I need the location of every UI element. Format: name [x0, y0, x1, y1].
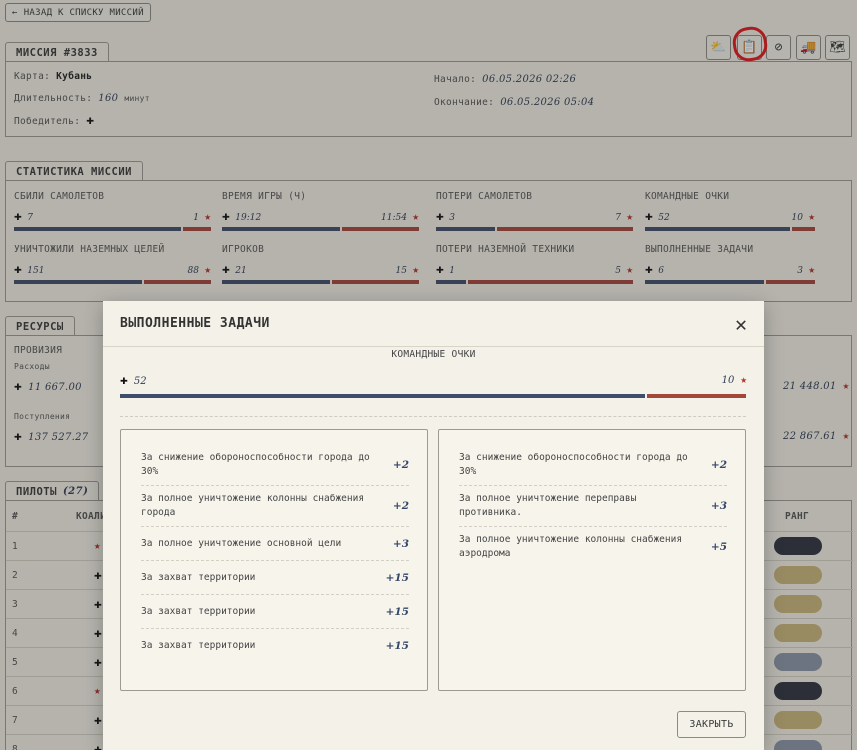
task-text: За полное уничтожение основной цели	[141, 537, 342, 549]
task-points: +5	[710, 541, 727, 553]
task-text: За полное уничтожение колонны снабжения …	[141, 493, 365, 518]
score-left: 52	[133, 376, 147, 387]
star-icon: ★	[740, 373, 747, 386]
task-text: За снижение обороноспособности города до…	[459, 452, 688, 477]
task-points: +3	[710, 500, 727, 512]
task-text: За полное уничтожение колонны снабжения …	[459, 534, 683, 559]
score-bar-allied	[120, 394, 646, 398]
task-points: +15	[385, 571, 409, 584]
task-item: За снижение обороноспособности города до…	[459, 445, 727, 486]
score-bar-axis	[647, 394, 746, 398]
modal-header: ВЫПОЛНЕННЫЕ ЗАДАЧИ ✕	[103, 301, 764, 347]
task-item: За захват территории +15	[141, 595, 409, 629]
score-right: 10	[721, 375, 735, 386]
task-text: За полное уничтожение переправы противни…	[459, 493, 637, 518]
task-text: За захват территории	[141, 571, 256, 583]
score-label: КОМАНДНЫЕ ОЧКИ	[391, 349, 476, 360]
allied-tasks-box: За снижение обороноспособности города до…	[120, 429, 428, 691]
task-points: +2	[392, 459, 409, 471]
close-button[interactable]: ЗАКРЫТЬ	[677, 711, 746, 738]
close-icon[interactable]: ✕	[735, 312, 747, 336]
task-text: За захват территории	[141, 605, 256, 617]
tasks-modal: ВЫПОЛНЕННЫЕ ЗАДАЧИ ✕ КОМАНДНЫЕ ОЧКИ ✚ 52…	[103, 301, 764, 750]
task-item: За полное уничтожение колонны снабжения …	[459, 527, 727, 567]
score-bar	[120, 394, 746, 398]
task-points: +2	[710, 459, 727, 471]
axis-tasks-box: За снижение обороноспособности города до…	[438, 429, 746, 691]
task-text: За снижение обороноспособности города до…	[141, 452, 370, 477]
task-points: +2	[392, 500, 409, 512]
task-points: +15	[385, 640, 409, 652]
task-item: За захват территории +15	[141, 561, 409, 595]
task-item: За полное уничтожение основной цели +3	[141, 527, 409, 561]
allied-cross-icon: ✚	[120, 373, 128, 388]
task-item: За полное уничтожение переправы противни…	[459, 486, 727, 527]
task-item: За снижение обороноспособности города до…	[141, 445, 409, 486]
task-points: +3	[392, 537, 409, 550]
task-item: За захват территории +15	[141, 629, 409, 663]
modal-title: ВЫПОЛНЕННЫЕ ЗАДАЧИ	[120, 316, 270, 331]
mission-page: ← НАЗАД К СПИСКУ МИССИЙ МИССИЯ #3833 Кар…	[0, 0, 857, 750]
task-item: За полное уничтожение колонны снабжения …	[141, 486, 409, 527]
task-points: +15	[385, 605, 409, 618]
divider	[120, 416, 746, 417]
task-text: За захват территории	[141, 640, 256, 651]
